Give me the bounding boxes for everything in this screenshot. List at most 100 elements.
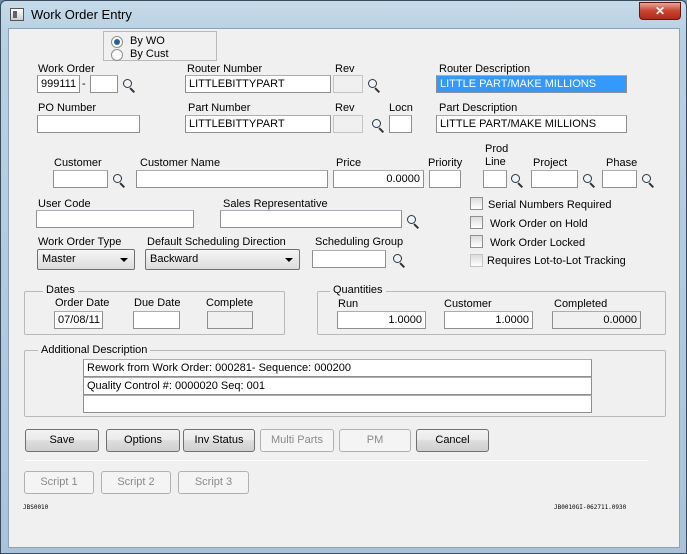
serial-numbers-checkbox[interactable] (470, 197, 483, 210)
router-search-icon[interactable] (367, 78, 381, 92)
work-order-dash: - (82, 78, 86, 90)
part-number-label: Part Number (188, 102, 251, 114)
sched-group-input[interactable] (312, 250, 386, 268)
project-label: Project (533, 157, 568, 169)
phase-input[interactable] (602, 170, 637, 188)
dates-title: Dates (43, 284, 78, 296)
router-description-label: Router Description (439, 63, 531, 75)
prod-line-input[interactable] (483, 170, 507, 188)
customer-input[interactable] (53, 170, 108, 188)
phase-search-icon[interactable] (641, 173, 655, 187)
part-search-icon[interactable] (371, 118, 385, 132)
radio-by-wo-label: By WO (130, 35, 165, 47)
customer-search-icon[interactable] (112, 173, 126, 187)
work-order-search-icon[interactable] (122, 78, 136, 92)
form-id-right: JB0010GI-062711.0930 (554, 504, 627, 511)
locked-label: Work Order Locked (490, 237, 586, 249)
work-order-input[interactable]: 999111 (37, 75, 80, 93)
user-code-input[interactable] (36, 210, 194, 228)
additional-line-3[interactable] (83, 395, 592, 413)
app-icon (10, 8, 24, 21)
qty-customer-input[interactable]: 1.0000 (444, 311, 533, 329)
due-date-input[interactable] (133, 311, 180, 329)
additional-line-1[interactable]: Rework from Work Order: 000281- Sequence… (83, 359, 592, 377)
po-number-label: PO Number (38, 102, 97, 114)
order-date-label: Order Date (55, 297, 110, 309)
script-3-button[interactable]: Script 3 (178, 471, 249, 494)
title-bar[interactable]: Work Order Entry ✕ (1, 1, 686, 28)
serial-numbers-label: Serial Numbers Required (488, 199, 612, 211)
work-order-window: Work Order Entry ✕ By WO By Cust Work Or… (0, 0, 687, 554)
po-number-input[interactable] (37, 115, 140, 133)
prod-line-search-icon[interactable] (510, 173, 524, 187)
router-rev-input[interactable] (333, 75, 363, 93)
additional-line-2[interactable]: Quality Control #: 0000020 Seq: 001 (83, 377, 592, 395)
lot-tracking-checkbox[interactable] (470, 254, 483, 267)
price-input[interactable]: 0.0000 (333, 170, 424, 188)
customer-label: Customer (54, 157, 102, 169)
router-number-input[interactable]: LITTLEBITTYPART (185, 75, 331, 93)
order-date-input[interactable]: 07/08/11 (54, 311, 103, 329)
close-button[interactable]: ✕ (639, 2, 681, 20)
cancel-button[interactable]: Cancel (416, 429, 489, 452)
phase-label: Phase (606, 157, 638, 169)
sched-direction-value: Backward (150, 253, 199, 265)
part-rev-input[interactable] (333, 115, 363, 133)
customer-name-input[interactable] (136, 170, 328, 188)
run-input[interactable]: 1.0000 (337, 311, 426, 329)
part-rev-label: Rev (335, 102, 355, 114)
run-label: Run (338, 298, 359, 310)
form-body: By WO By Cust Work Order 999111 - Router… (8, 28, 680, 548)
locn-label: Locn (389, 102, 413, 114)
router-number-label: Router Number (187, 63, 263, 75)
part-description-input[interactable]: LITTLE PART/MAKE MILLIONS (436, 115, 627, 133)
lot-tracking-label: Requires Lot-to-Lot Tracking (487, 255, 626, 267)
script-1-button[interactable]: Script 1 (24, 471, 94, 494)
sched-group-search-icon[interactable] (392, 253, 406, 267)
inv-status-button[interactable]: Inv Status (183, 429, 255, 452)
save-button[interactable]: Save (25, 429, 99, 452)
radio-by-cust[interactable] (111, 49, 123, 61)
sales-rep-input[interactable] (220, 210, 402, 228)
lookup-mode-group: By WO By Cust (103, 31, 217, 61)
sched-direction-label: Default Scheduling Direction (147, 236, 286, 248)
project-input[interactable] (531, 170, 578, 188)
script-2-button[interactable]: Script 2 (101, 471, 171, 494)
completed-input[interactable]: 0.0000 (552, 311, 641, 329)
complete-input[interactable] (207, 311, 253, 329)
work-order-suffix-input[interactable] (90, 75, 118, 93)
pm-button[interactable]: PM (339, 429, 411, 452)
wo-type-label: Work Order Type (38, 236, 122, 248)
user-code-label: User Code (38, 198, 91, 210)
priority-label: Priority (428, 157, 463, 169)
price-label: Price (336, 157, 362, 169)
chevron-down-icon (120, 258, 128, 262)
locked-checkbox[interactable] (470, 235, 483, 248)
on-hold-label: Work Order on Hold (490, 218, 588, 230)
window-title: Work Order Entry (31, 7, 132, 22)
customer-name-label: Customer Name (140, 157, 221, 169)
locn-input[interactable] (389, 115, 412, 133)
on-hold-checkbox[interactable] (470, 216, 483, 229)
form-id-left: JBS0010 (23, 504, 49, 511)
sales-rep-search-icon[interactable] (406, 214, 420, 228)
prod-line-label: Prod Line (485, 143, 509, 168)
part-number-input[interactable]: LITTLEBITTYPART (185, 115, 331, 133)
radio-by-cust-label: By Cust (130, 48, 169, 60)
complete-label: Complete (206, 297, 254, 309)
chevron-down-icon (285, 258, 293, 262)
wo-type-value: Master (42, 253, 76, 265)
wo-type-select[interactable]: Master (37, 249, 135, 270)
radio-by-wo[interactable] (111, 36, 123, 48)
sched-group-label: Scheduling Group (315, 236, 404, 248)
options-button[interactable]: Options (106, 429, 180, 452)
additional-description-title: Additional Description (38, 344, 151, 356)
router-rev-label: Rev (335, 63, 355, 75)
quantities-title: Quantities (330, 284, 386, 296)
due-date-label: Due Date (134, 297, 181, 309)
router-description-input[interactable]: LITTLE PART/MAKE MILLIONS (436, 75, 627, 93)
project-search-icon[interactable] (582, 173, 596, 187)
sched-direction-select[interactable]: Backward (145, 249, 300, 270)
priority-input[interactable] (429, 170, 461, 188)
multi-parts-button[interactable]: Multi Parts (260, 429, 334, 452)
